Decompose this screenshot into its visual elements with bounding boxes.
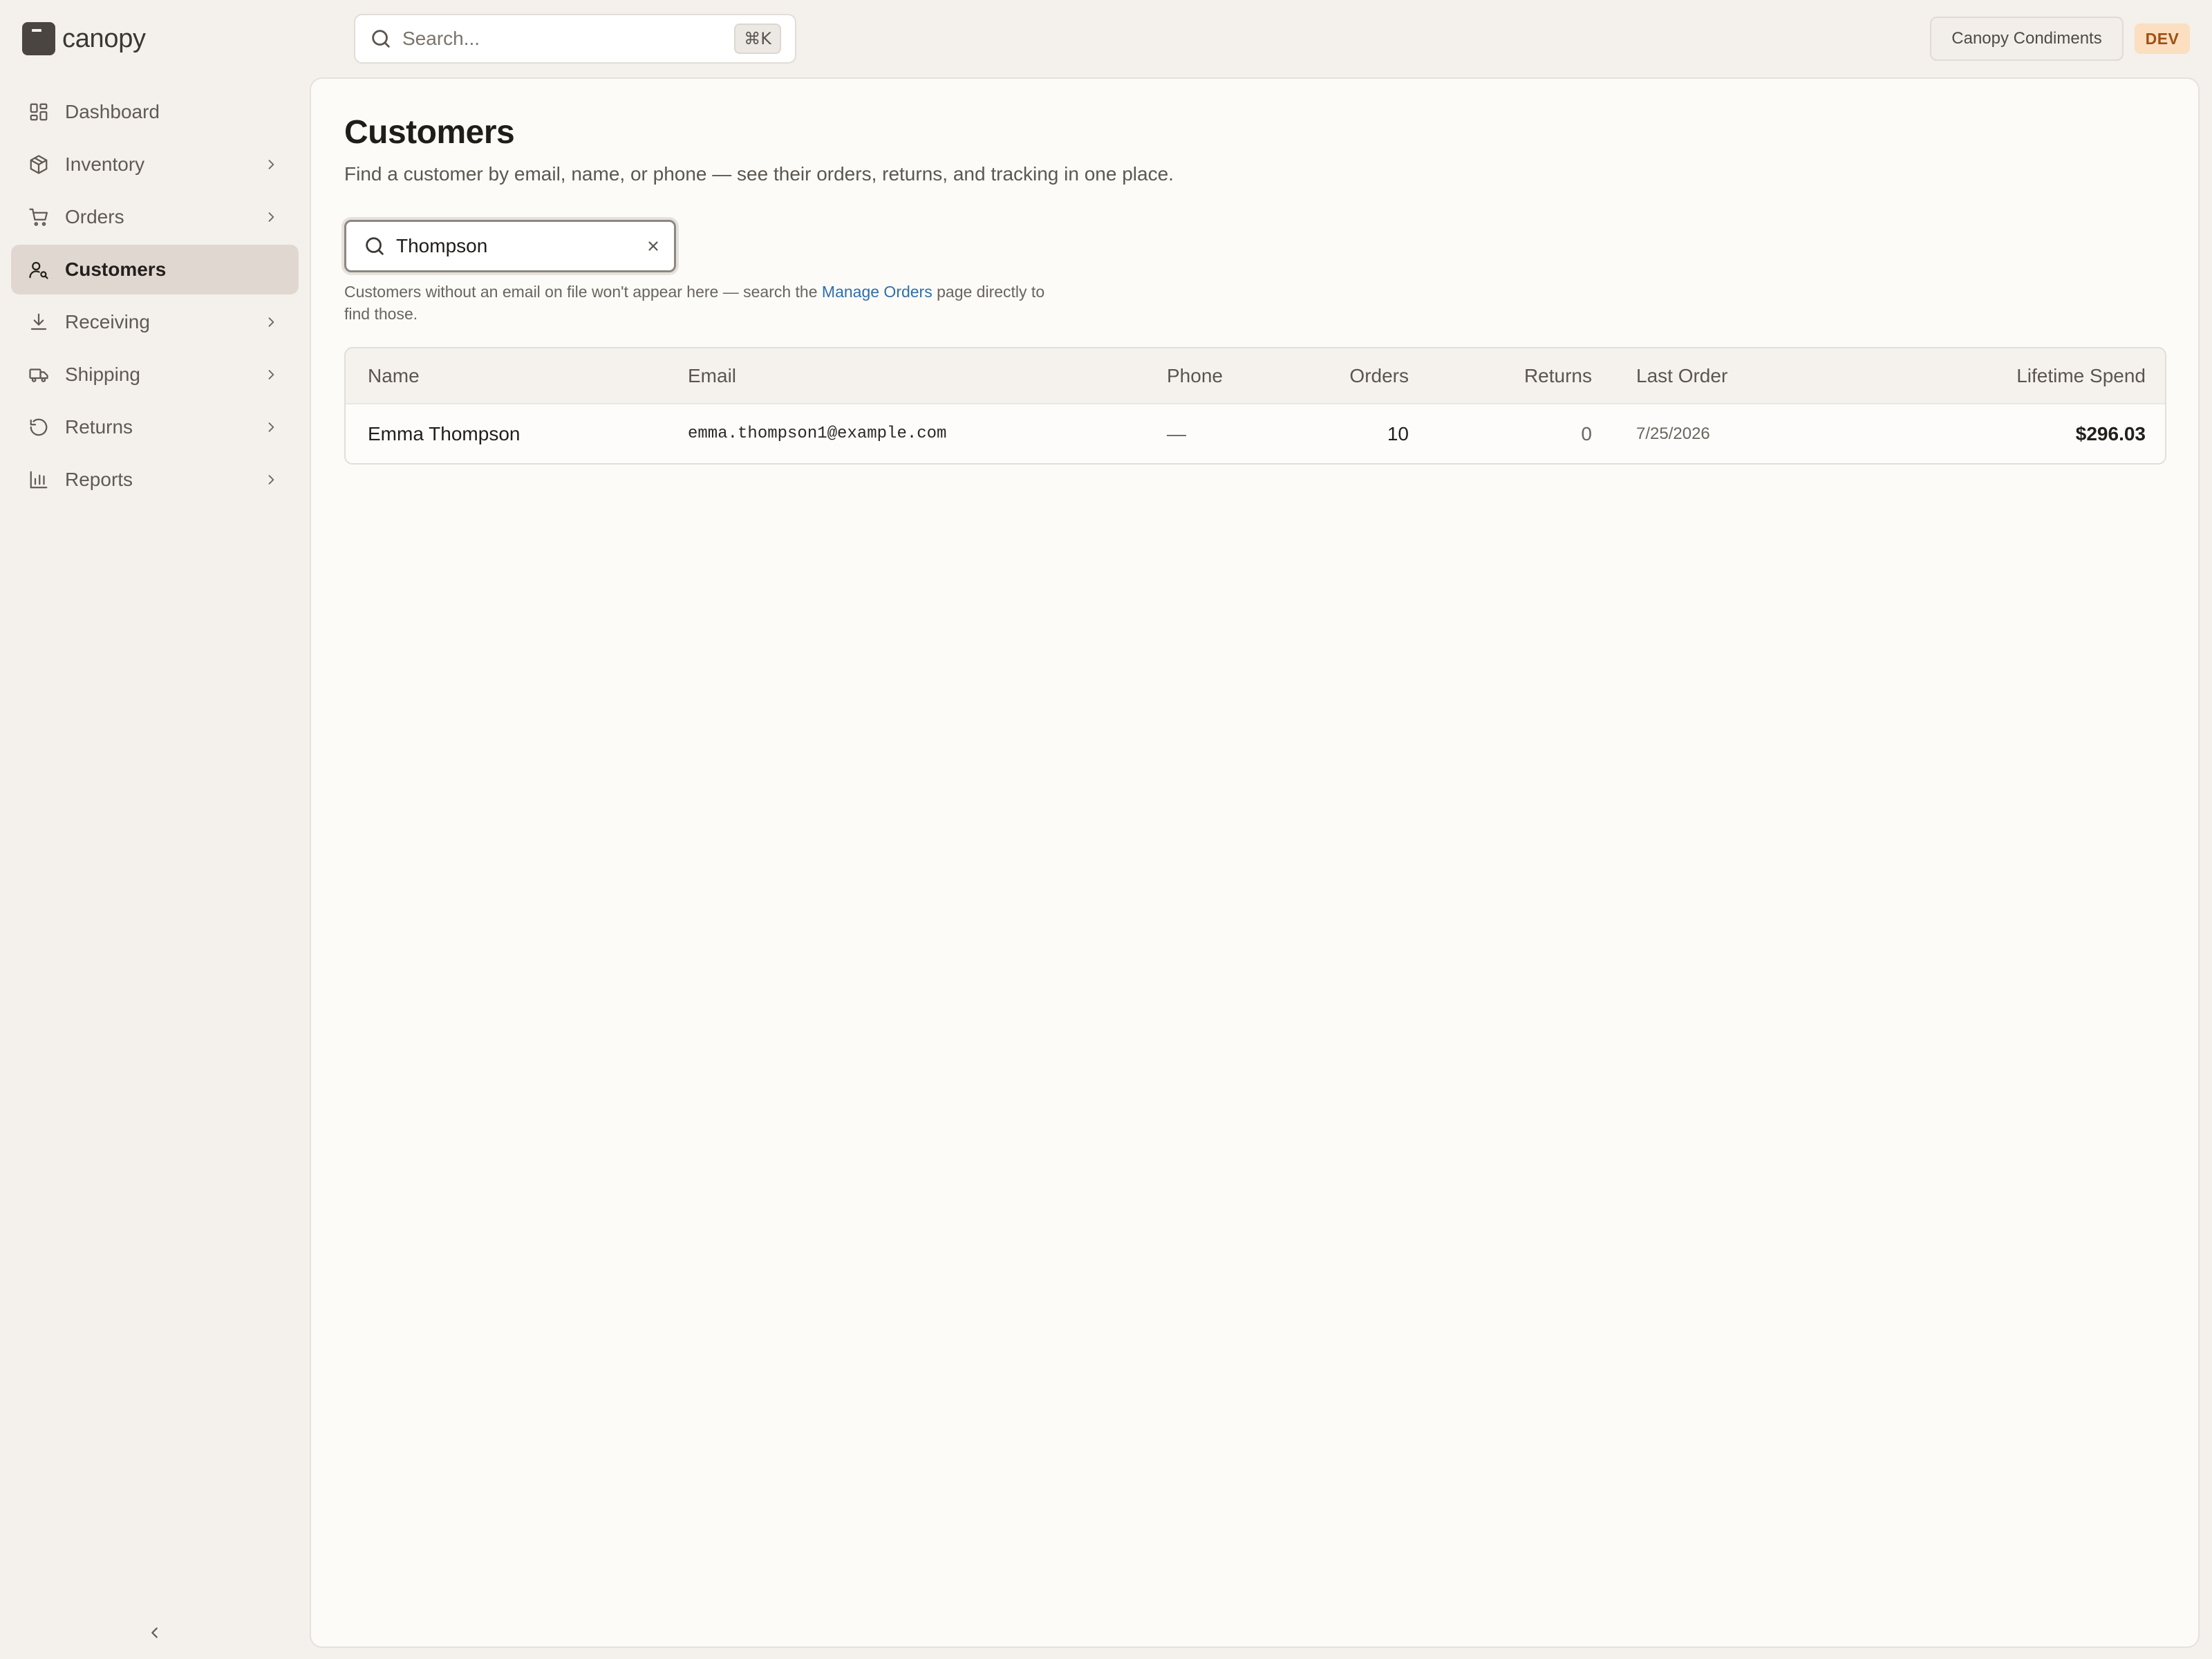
column-header-name[interactable]: Name [346,348,666,404]
org-switcher-button[interactable]: Canopy Condiments [1930,17,2124,61]
hint-text-before: Customers without an email on file won't… [344,283,822,301]
cart-icon [28,206,50,228]
customer-search-input[interactable] [396,235,646,257]
customer-last-order: 7/25/2026 [1636,424,1710,443]
chevron-right-icon [263,419,279,435]
search-icon [369,27,393,50]
sidebar-item-customers[interactable]: Customers [11,245,299,294]
brand-mark-icon [22,22,55,55]
column-header-phone[interactable]: Phone [1145,348,1297,404]
manage-orders-link[interactable]: Manage Orders [822,283,932,301]
sidebar-item-dashboard[interactable]: Dashboard [11,87,299,137]
column-header-orders[interactable]: Orders [1297,348,1431,404]
customer-phone: — [1167,422,1186,444]
customer-orders-count: 10 [1387,422,1409,444]
customer-search[interactable] [344,220,676,272]
sidebar-item-returns[interactable]: Returns [11,402,299,452]
sidebar: canopy Dashboard Inventory Orders Custom… [0,0,310,1659]
page-subtitle: Find a customer by email, name, or phone… [344,163,1174,185]
shortcut-badge: ⌘K [734,24,781,54]
sidebar-item-label: Receiving [65,311,150,332]
sidebar-item-label: Orders [65,206,124,227]
close-icon [646,238,661,254]
dashboard-icon [28,101,50,123]
global-search-input[interactable] [402,28,735,50]
search-hint: Customers without an email on file won't… [344,281,1063,325]
bar-chart-icon [28,469,50,491]
customer-name: Emma Thompson [368,422,521,444]
main-panel: Customers Find a customer by email, name… [310,77,2200,1648]
sidebar-item-label: Dashboard [65,101,160,122]
column-header-last-order[interactable]: Last Order [1614,348,1842,404]
column-header-email[interactable]: Email [666,348,1145,404]
collapse-sidebar-button[interactable] [141,1619,169,1647]
column-header-returns[interactable]: Returns [1431,348,1614,404]
truck-icon [28,364,50,386]
chevron-right-icon [263,314,279,330]
page-title: Customers [344,114,515,151]
chevron-right-icon [263,471,279,488]
column-header-lifetime-spend[interactable]: Lifetime Spend [1842,348,2165,404]
brand-name: canopy [62,24,146,53]
global-search[interactable]: ⌘K [354,14,796,64]
package-icon [28,153,50,176]
download-icon [28,311,50,333]
sidebar-item-shipping[interactable]: Shipping [11,350,299,400]
customer-email: emma.thompson1@example.com [688,424,947,443]
customer-lifetime-spend: $296.03 [2075,422,2146,444]
chevron-right-icon [263,156,279,173]
chevron-right-icon [263,209,279,225]
brand-logo[interactable]: canopy [22,21,146,57]
sidebar-item-reports[interactable]: Reports [11,455,299,505]
search-icon [363,234,386,258]
app-root: canopy Dashboard Inventory Orders Custom… [0,0,2212,1659]
clear-search-button[interactable] [646,235,661,257]
rotate-ccw-icon [28,416,50,438]
user-search-icon [28,259,50,281]
table-header-row: Name Email Phone Orders Returns Last Ord… [346,348,2165,404]
sidebar-item-receiving[interactable]: Receiving [11,297,299,347]
chevron-right-icon [263,366,279,383]
table-row[interactable]: Emma Thompson emma.thompson1@example.com… [346,404,2165,463]
sidebar-item-orders[interactable]: Orders [11,192,299,242]
sidebar-nav: Dashboard Inventory Orders Customers Rec… [11,87,299,507]
sidebar-item-label: Reports [65,469,133,490]
customer-returns-count: 0 [1581,422,1592,444]
sidebar-item-label: Shipping [65,364,140,385]
chevron-left-icon [147,1625,162,1640]
sidebar-item-label: Inventory [65,153,145,175]
sidebar-item-label: Customers [65,259,167,280]
customers-table: Name Email Phone Orders Returns Last Ord… [344,347,2166,465]
sidebar-item-inventory[interactable]: Inventory [11,140,299,189]
env-badge: DEV [2135,24,2190,54]
sidebar-item-label: Returns [65,416,133,438]
